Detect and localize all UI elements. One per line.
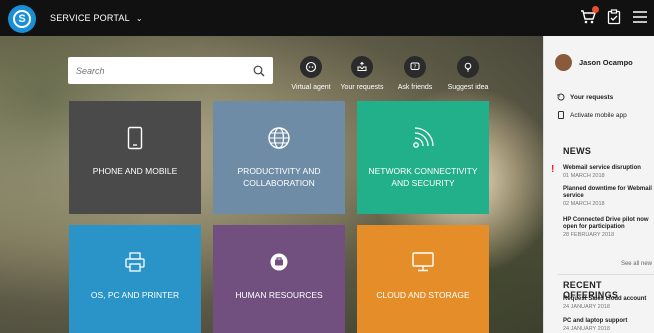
divider xyxy=(558,274,654,275)
news-date: 28 FEBRUARY 2018 xyxy=(563,232,615,238)
news-item[interactable]: Planned downtime for Webmail service 02 … xyxy=(563,186,653,207)
link-activate-mobile-app[interactable]: Activate mobile app xyxy=(557,111,627,119)
offering-date: 24 JANUARY 2018 xyxy=(563,326,610,332)
right-panel: Jason Ocampo Your requests Activate mobi… xyxy=(543,36,654,333)
news-item[interactable]: HP Connected Drive pilot now open for pa… xyxy=(563,217,653,238)
header-actions xyxy=(580,6,648,25)
mobile-icon xyxy=(558,111,564,119)
offering-item[interactable]: PC and laptop support 24 JANUARY 2018 xyxy=(563,318,653,332)
news-date: 01 MARCH 2018 xyxy=(563,173,605,179)
quick-action-label: Suggest idea xyxy=(447,84,489,91)
link-your-requests[interactable]: Your requests xyxy=(557,93,613,101)
link-label: Activate mobile app xyxy=(570,111,627,119)
search-icon[interactable] xyxy=(253,65,265,77)
user-name[interactable]: Jason Ocampo xyxy=(579,58,633,67)
badge-icon xyxy=(269,249,289,275)
quick-action-label: Virtual agent xyxy=(291,84,331,91)
search-input[interactable] xyxy=(76,65,253,76)
tile-label: HUMAN RESOURCES xyxy=(235,290,323,300)
lightbulb-icon xyxy=(457,56,479,78)
tile-label: PRODUCTIVITY AND COLLABORATION xyxy=(237,166,321,188)
tile-label: NETWORK CONNECTIVITY AND SECURITY xyxy=(368,166,478,188)
news-title: Planned downtime for Webmail service xyxy=(563,186,652,199)
avatar[interactable] xyxy=(555,54,572,71)
offering-title: Request Sales cloud account xyxy=(563,296,647,302)
quick-action-label: Ask friends xyxy=(397,84,433,91)
tile-label: OS, PC AND PRINTER xyxy=(90,290,180,300)
question-bubble-icon: ? xyxy=(404,56,426,78)
news-date: 02 MARCH 2018 xyxy=(563,201,605,207)
approvals-button[interactable] xyxy=(606,9,622,25)
phone-icon xyxy=(127,125,143,151)
offering-title: PC and laptop support xyxy=(563,318,628,324)
inbox-icon xyxy=(351,56,373,78)
search-box xyxy=(68,57,273,84)
alert-icon: ! xyxy=(551,164,555,175)
monitor-icon xyxy=(411,249,435,275)
portal-name: SERVICE PORTAL xyxy=(50,13,130,23)
top-navigation-bar: S SERVICE PORTAL ⌄ xyxy=(0,0,654,36)
news-heading: NEWS xyxy=(563,146,592,156)
news-title: HP Connected Drive pilot now open for pa… xyxy=(563,217,649,230)
tile-label: PHONE AND MOBILE xyxy=(92,166,178,176)
printer-icon xyxy=(124,249,146,275)
logo-icon: S xyxy=(13,10,31,28)
cart-badge xyxy=(592,6,599,13)
tile-phone-and-mobile[interactable]: PHONE AND MOBILE xyxy=(69,101,201,214)
requests-icon xyxy=(557,93,565,101)
chevron-down-icon: ⌄ xyxy=(135,13,143,23)
chat-bot-icon xyxy=(300,56,322,78)
quick-action-label: Your requests xyxy=(340,84,384,91)
tile-label: CLOUD AND STORAGE xyxy=(376,290,470,300)
tile-network-connectivity-and-security[interactable]: NETWORK CONNECTIVITY AND SECURITY xyxy=(357,101,489,214)
offering-date: 24 JANUARY 2018 xyxy=(563,304,610,310)
tile-productivity-and-collaboration[interactable]: PRODUCTIVITY AND COLLABORATION xyxy=(213,101,345,214)
hamburger-icon xyxy=(633,11,647,23)
hero-area: Virtual agent Your requests ? Ask friend… xyxy=(0,36,543,333)
offering-item[interactable]: Request Sales cloud account 24 JANUARY 2… xyxy=(563,296,653,310)
menu-button[interactable] xyxy=(632,9,648,25)
portal-switcher[interactable]: SERVICE PORTAL ⌄ xyxy=(50,13,143,23)
clipboard-check-icon xyxy=(607,9,621,25)
tile-human-resources[interactable]: HUMAN RESOURCES xyxy=(213,225,345,333)
news-item[interactable]: Webmail service disruption 01 MARCH 2018 xyxy=(563,165,653,179)
globe-icon xyxy=(267,125,291,151)
quick-action-suggest-idea[interactable]: Suggest idea xyxy=(433,56,503,91)
link-label: Your requests xyxy=(570,93,614,101)
cart-button[interactable] xyxy=(580,6,599,25)
tile-os-pc-and-printer[interactable]: OS, PC AND PRINTER xyxy=(69,225,201,333)
svg-text:?: ? xyxy=(414,64,417,70)
portal-logo[interactable]: S xyxy=(8,5,36,33)
tile-cloud-and-storage[interactable]: CLOUD AND STORAGE xyxy=(357,225,489,333)
see-all-news-link[interactable]: See all new xyxy=(621,261,652,267)
news-title: Webmail service disruption xyxy=(563,165,641,171)
wifi-icon xyxy=(411,125,435,151)
